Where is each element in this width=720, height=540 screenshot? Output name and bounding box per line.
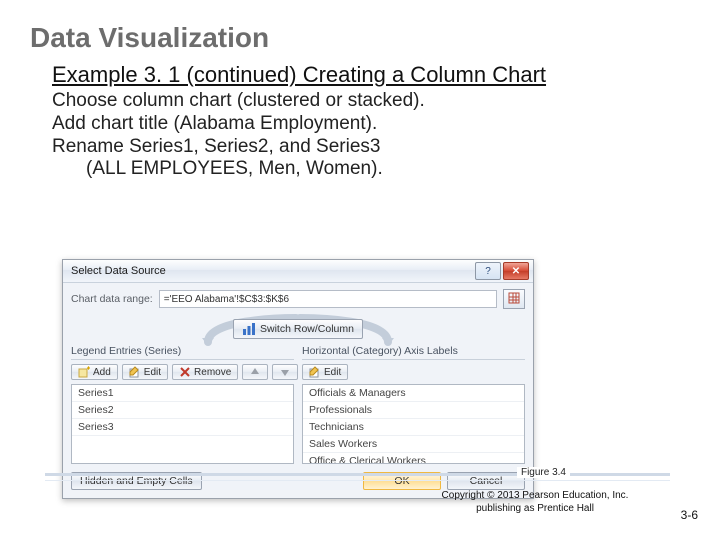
edit-axis-labels-button[interactable]: Edit: [302, 364, 348, 380]
instruction-line: Add chart title (Alabama Employment).: [52, 113, 690, 136]
dialog-title: Select Data Source: [71, 265, 475, 277]
add-icon: [78, 366, 90, 378]
move-up-button[interactable]: [242, 364, 268, 380]
data-range-label: Chart data range:: [71, 293, 153, 305]
data-range-input[interactable]: ='EEO Alabama'!$C$3:$K$6: [159, 290, 497, 308]
switch-icon: [242, 322, 256, 336]
edit-axis-label: Edit: [324, 367, 341, 378]
dialog-titlebar: Select Data Source ? ✕: [63, 260, 533, 283]
help-button[interactable]: ?: [475, 262, 501, 280]
page-title: Data Visualization: [30, 22, 690, 54]
list-item[interactable]: Series2: [72, 402, 293, 419]
edit-icon: [129, 366, 141, 378]
remove-icon: [179, 366, 191, 378]
remove-label: Remove: [194, 367, 231, 378]
axis-labels-listbox[interactable]: Officials & Managers Professionals Techn…: [302, 384, 525, 464]
instruction-line: Rename Series1, Series2, and Series3: [52, 136, 690, 159]
grid-icon: [508, 292, 520, 307]
list-item[interactable]: Officials & Managers: [303, 385, 524, 402]
edit-label: Edit: [144, 367, 161, 378]
instruction-line: Choose column chart (clustered or stacke…: [52, 90, 690, 113]
remove-series-button[interactable]: Remove: [172, 364, 238, 380]
axis-labels-header: Horizontal (Category) Axis Labels: [302, 345, 525, 360]
close-button[interactable]: ✕: [503, 262, 529, 280]
list-item[interactable]: Professionals: [303, 402, 524, 419]
switch-row-column-label: Switch Row/Column: [260, 323, 354, 335]
edit-series-button[interactable]: Edit: [122, 364, 168, 380]
decorative-line: [45, 480, 670, 487]
edit-icon: [309, 366, 321, 378]
list-item[interactable]: Sales Workers: [303, 436, 524, 453]
collapse-dialog-button[interactable]: [503, 289, 525, 309]
add-label: Add: [93, 367, 111, 378]
copyright-text: Copyright © 2013 Pearson Education, Inc.…: [410, 490, 660, 515]
instructions-block: Choose column chart (clustered or stacke…: [52, 90, 690, 181]
arrow-up-icon: [249, 366, 261, 378]
copyright-line2: publishing as Prentice Hall: [410, 503, 660, 516]
list-item[interactable]: Series1: [72, 385, 293, 402]
page-number: 3-6: [681, 508, 698, 522]
list-item[interactable]: Series3: [72, 419, 293, 436]
legend-entries-header: Legend Entries (Series): [71, 345, 294, 360]
figure-label: Figure 3.4: [517, 467, 570, 478]
move-down-button[interactable]: [272, 364, 298, 380]
series-listbox[interactable]: Series1 Series2 Series3: [71, 384, 294, 464]
select-data-source-dialog: Select Data Source ? ✕ Chart data range:…: [62, 259, 534, 499]
list-item[interactable]: Office & Clerical Workers: [303, 453, 524, 464]
list-item[interactable]: Technicians: [303, 419, 524, 436]
switch-row-column-button[interactable]: Switch Row/Column: [233, 319, 363, 339]
add-series-button[interactable]: Add: [71, 364, 118, 380]
arrow-down-icon: [279, 366, 291, 378]
example-title: Example 3. 1 (continued) Creating a Colu…: [52, 62, 690, 88]
copyright-line1: Copyright © 2013 Pearson Education, Inc.: [410, 490, 660, 503]
instruction-line-indent: (ALL EMPLOYEES, Men, Women).: [86, 158, 690, 181]
